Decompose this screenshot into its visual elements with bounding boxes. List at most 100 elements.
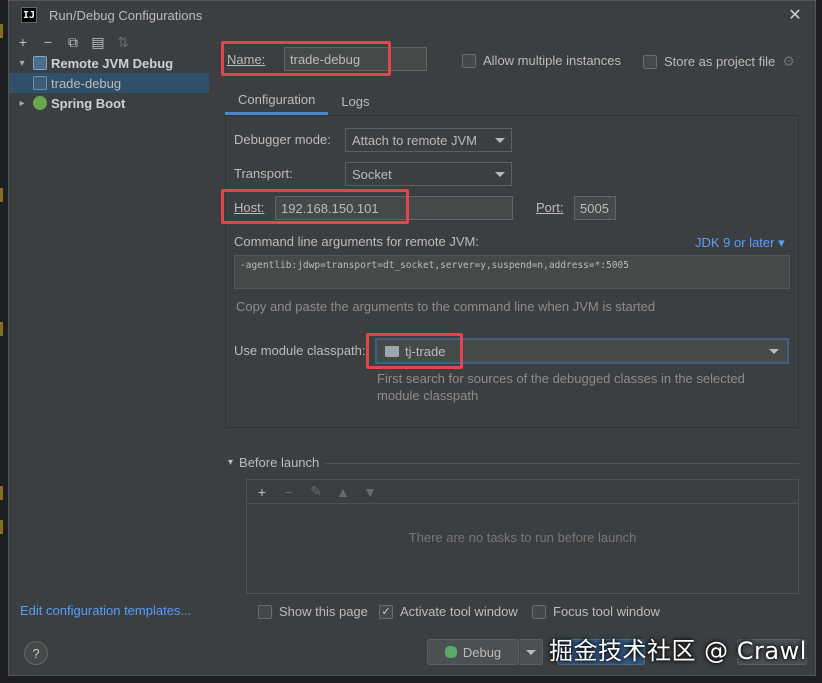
move-up-icon[interactable]: ▲ — [335, 484, 351, 500]
module-value-wrap: tj-trade — [385, 344, 445, 359]
edit-icon[interactable]: ✎ — [308, 483, 324, 500]
jdk-version-text: JDK 9 or later — [695, 235, 775, 250]
move-down-icon[interactable]: ▼ — [362, 484, 378, 500]
debug-button[interactable]: Debug — [427, 639, 519, 665]
tree-item-trade-debug[interactable]: trade-debug — [9, 73, 209, 93]
gear-icon[interactable]: ⚙ — [782, 53, 795, 70]
chevron-down-icon: ▾ — [778, 235, 785, 250]
config-list-toolbar: + − ⧉ ▤ ⇅ — [9, 31, 209, 53]
cmd-args-field[interactable]: -agentlib:jdwp=transport=dt_socket,serve… — [234, 255, 790, 289]
host-label: Host: — [234, 200, 264, 215]
copy-icon[interactable]: ⧉ — [65, 34, 81, 50]
store-project-checkbox[interactable]: Store as project file ⚙ — [643, 53, 795, 70]
title-bar[interactable]: IJ Run/Debug Configurations ✕ — [9, 1, 815, 29]
debugger-mode-select[interactable]: Attach to remote JVM — [345, 128, 512, 152]
show-page-label: Show this page — [279, 604, 368, 619]
tree-group-spring-boot[interactable]: ▸ Spring Boot — [9, 93, 209, 113]
add-icon[interactable]: + — [254, 484, 270, 500]
config-tree: ▾ Remote JVM Debug trade-debug ▸ Spring … — [9, 53, 209, 113]
jdk-version-link[interactable]: JDK 9 or later ▾ — [695, 235, 785, 251]
run-debug-dialog: IJ Run/Debug Configurations ✕ + − ⧉ ▤ ⇅ … — [8, 0, 816, 676]
before-launch-title: Before launch — [239, 455, 320, 470]
intellij-icon: IJ — [21, 7, 37, 23]
add-icon[interactable]: + — [15, 34, 31, 50]
checkbox-box[interactable] — [643, 54, 657, 69]
checkbox-box[interactable] — [258, 604, 272, 619]
close-button[interactable]: ✕ — [785, 5, 805, 25]
activate-tool-checkbox[interactable]: ✓ Activate tool window — [379, 604, 518, 619]
chevron-down-icon — [769, 348, 779, 354]
checkbox-box[interactable] — [462, 53, 476, 68]
host-label-text: Host: — [234, 200, 265, 215]
remote-debug-icon — [33, 56, 47, 70]
tab-configuration[interactable]: Configuration — [225, 87, 329, 115]
module-value: tj-trade — [405, 343, 446, 359]
focus-tool-label: Focus tool window — [553, 604, 660, 619]
editor-gutter-mark — [0, 188, 8, 202]
tree-item-label: trade-debug — [51, 75, 122, 91]
name-label: Name: — [227, 52, 265, 67]
port-label-text: Port: — [536, 200, 564, 215]
edit-templates-link[interactable]: Edit configuration templates... — [20, 603, 191, 618]
before-launch-divider — [325, 463, 799, 464]
module-hint-line: module classpath — [377, 388, 479, 403]
debug-label: Debug — [462, 644, 502, 660]
module-hint-line: First search for sources of the debugged… — [377, 371, 745, 386]
name-label-text: Name: — [227, 52, 266, 67]
store-project-label: Store as project file — [664, 54, 776, 69]
tab-logs[interactable]: Logs — [328, 87, 382, 115]
editor-gutter-mark — [0, 520, 8, 534]
before-launch-header[interactable]: ▾ Before launch — [228, 455, 319, 470]
port-input[interactable]: 5005 — [574, 196, 616, 220]
checkmark-icon[interactable]: ✓ — [379, 604, 393, 619]
show-page-checkbox[interactable]: Show this page — [258, 604, 368, 619]
debugger-mode-label: Debugger mode: — [234, 132, 331, 147]
bug-icon — [444, 646, 457, 658]
editor-edge — [0, 0, 8, 683]
chevron-right-icon[interactable]: ▸ — [15, 98, 29, 109]
remove-icon[interactable]: − — [40, 34, 56, 50]
transport-select[interactable]: Socket — [345, 162, 512, 186]
remote-debug-icon — [33, 76, 47, 90]
allow-multiple-checkbox[interactable]: Allow multiple instances — [462, 53, 621, 68]
before-launch-empty: There are no tasks to run before launch — [408, 530, 637, 545]
chevron-down-icon — [495, 137, 505, 143]
debugger-mode-value: Attach to remote JVM — [352, 132, 477, 148]
name-input[interactable]: trade-debug — [284, 47, 427, 71]
host-input[interactable]: 192.168.150.101 — [275, 196, 513, 220]
watermark: 掘金技术社区 @ Crawl — [549, 637, 807, 665]
transport-value: Socket — [352, 166, 392, 182]
editor-gutter-mark — [0, 486, 8, 500]
module-hint: First search for sources of the debugged… — [377, 370, 745, 404]
editor-gutter-mark — [0, 24, 8, 38]
module-classpath-label: Use module classpath: — [234, 343, 366, 358]
editor-gutter-mark — [0, 322, 8, 336]
sort-icon[interactable]: ⇅ — [115, 34, 131, 50]
tree-group-label: Remote JVM Debug — [51, 55, 174, 71]
transport-label: Transport: — [234, 166, 293, 181]
before-launch-toolbar: + − ✎ ▲ ▼ — [247, 480, 798, 504]
chevron-down-icon[interactable]: ▾ — [228, 457, 233, 468]
config-tabs: Configuration Logs — [225, 87, 383, 117]
focus-tool-checkbox[interactable]: Focus tool window — [532, 604, 660, 619]
help-button[interactable]: ? — [24, 641, 48, 665]
chevron-down-icon[interactable]: ▾ — [15, 58, 29, 69]
cmd-args-label: Command line arguments for remote JVM: — [234, 234, 479, 249]
module-classpath-select[interactable]: tj-trade — [375, 338, 789, 364]
window-title: Run/Debug Configurations — [49, 7, 203, 23]
allow-multiple-label: Allow multiple instances — [483, 53, 622, 68]
activate-tool-label: Activate tool window — [400, 604, 518, 619]
folder-icon[interactable]: ▤ — [90, 34, 106, 50]
tree-group-remote-jvm[interactable]: ▾ Remote JVM Debug — [9, 53, 209, 73]
spring-boot-icon — [33, 96, 47, 110]
close-icon: ✕ — [788, 7, 802, 24]
tree-group-label: Spring Boot — [51, 95, 126, 111]
before-launch-panel: + − ✎ ▲ ▼ There are no tasks to run befo… — [246, 479, 799, 594]
remove-icon[interactable]: − — [281, 484, 297, 500]
chevron-down-icon — [495, 171, 505, 177]
port-label: Port: — [536, 200, 563, 215]
debug-dropdown-button[interactable] — [519, 639, 543, 665]
module-folder-icon — [385, 345, 399, 357]
checkbox-box[interactable] — [532, 604, 546, 619]
chevron-down-icon — [526, 649, 536, 655]
